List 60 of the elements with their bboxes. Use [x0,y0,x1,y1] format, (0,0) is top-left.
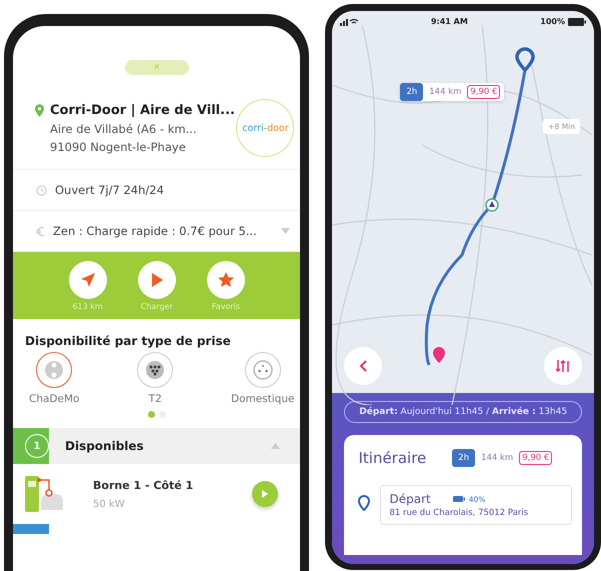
section-header[interactable]: 1 Disponibles [13,428,300,464]
step-label: Départ [389,492,431,506]
favorite-button[interactable] [206,261,245,299]
socket-button[interactable] [244,352,281,388]
action-label: 613 km [72,302,103,311]
socket-icon [252,360,273,380]
chevron-left-icon [359,360,368,372]
play-icon [262,490,268,498]
signal-icon [340,18,358,26]
distance-text: 144 km [481,453,514,463]
battery-icon [568,18,586,26]
location-pin-icon [35,104,44,116]
charger-power: 50 kW [93,498,126,510]
navigate-button[interactable] [68,261,107,299]
opening-hours: Ouvert 7j/7 24h/24 [55,183,164,197]
dropdown-caret-icon [281,228,290,234]
type2-plug-button[interactable] [137,352,174,388]
count-badge: 1 [25,434,49,458]
charger-name: Borne 1 - Côté 1 [93,478,194,492]
play-icon [150,272,164,288]
section-title: Disponibles [65,439,145,453]
plug-icon [44,360,64,380]
duration-badge: 2h [400,83,424,101]
star-icon [218,272,234,288]
station-logo: corri-door [236,99,294,157]
battery-icon [452,496,465,502]
destination-pin-icon [433,347,446,363]
charge-button[interactable] [138,261,176,299]
route-summary-chip[interactable]: 2h 144 km 9,90 € [400,83,504,101]
action-label: Charger [140,302,173,311]
price-tag: 9,90 € [519,451,552,465]
step-address: 81 rue du Charolais, 75012 Paris [389,508,530,518]
clock-icon [36,184,47,196]
filter-button[interactable] [544,347,582,385]
station-name: Corri-Door | Aire de Vill... [50,102,235,118]
start-pin-icon [516,47,536,72]
chademo-plug-button[interactable] [36,352,72,388]
action-label: Favoris [212,302,240,311]
station-postcode: 91090 Nogent-le-Phaye [50,140,187,154]
price-tag: 9,90 € [467,85,500,99]
location-pin-icon [358,495,370,511]
open-button[interactable] [252,481,278,507]
status-time: 9:41 AM [430,17,469,26]
schedule-text: Départ: Aujourd'hui 11h45 / Arrivée : 13h45 [359,407,568,417]
back-button[interactable] [344,347,382,385]
euro-icon [36,226,45,236]
sort-arrows-icon [556,360,570,372]
section-title: Disponibilité par type de prise [24,333,232,350]
duration-badge: 2h [452,449,476,467]
navigation-arrow-icon [80,272,96,288]
plug-label: Domestique [230,393,294,405]
plug-label: ChaDeMo [29,393,80,405]
battery-percent: 100% [540,17,565,26]
distance-text: 144 km [429,87,462,97]
waypoint-icon [486,198,500,212]
card-title: Itinéraire [358,449,426,467]
station-address: Aire de Villabé (A6 - km... [50,122,198,136]
plug-icon [145,360,166,380]
page-dot[interactable] [148,411,155,418]
plug-label: T2 [148,393,162,405]
